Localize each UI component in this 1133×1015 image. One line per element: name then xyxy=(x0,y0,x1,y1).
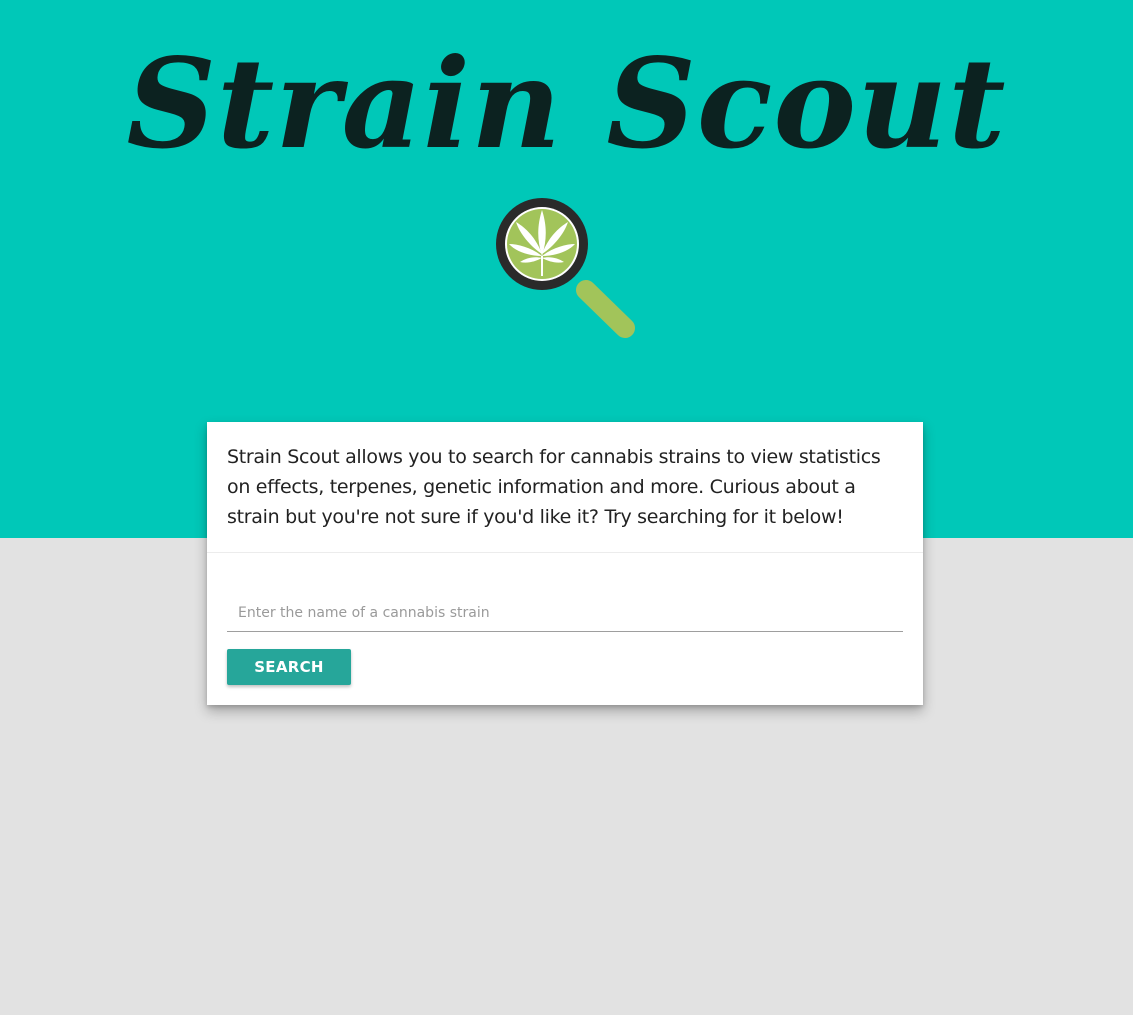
search-card: Strain Scout allows you to search for ca… xyxy=(207,422,923,705)
magnifier-cannabis-leaf-icon xyxy=(496,198,635,338)
card-divider xyxy=(207,552,923,553)
strain-search-input[interactable] xyxy=(227,594,903,632)
search-button[interactable]: SEARCH xyxy=(227,649,351,685)
site-description: Strain Scout allows you to search for ca… xyxy=(227,446,881,528)
site-title: Strain Scout xyxy=(126,32,1007,177)
